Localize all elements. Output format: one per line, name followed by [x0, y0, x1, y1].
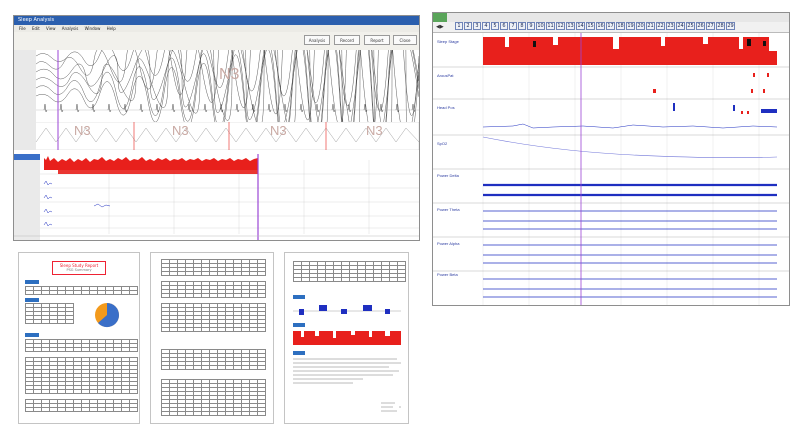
- stage-summary-table: [25, 303, 74, 324]
- nav-page-7[interactable]: 7: [509, 22, 517, 30]
- footer-table: [25, 399, 138, 412]
- nav-page-2[interactable]: 2: [464, 22, 472, 30]
- nav-arrows-icon[interactable]: ◀▶: [436, 24, 444, 30]
- menu-help[interactable]: Help: [107, 26, 116, 31]
- p3-hypnogram: [293, 331, 401, 345]
- report-title-box: Sleep Study Report PSG Summary: [52, 261, 106, 275]
- p3-section-header-1: [293, 295, 305, 299]
- eeg-stage-watermark: N3: [219, 66, 240, 83]
- nav-page-24[interactable]: 24: [676, 22, 685, 30]
- section-header-2: [25, 298, 39, 302]
- detail-table: [25, 357, 138, 394]
- eeg-window-title: Sleep Analysis: [18, 17, 55, 23]
- toolbar-report-button[interactable]: Report: [364, 35, 390, 45]
- nav-page-10[interactable]: 10: [536, 22, 545, 30]
- toolbar-record-button[interactable]: Record: [334, 35, 360, 45]
- stage-label-2: N3: [172, 123, 189, 138]
- nav-page-29[interactable]: 29: [726, 22, 735, 30]
- p3-signature-block: [381, 402, 401, 412]
- eeg-toolbar: Analysis Record Report Close: [14, 32, 419, 51]
- menu-file[interactable]: File: [19, 26, 26, 31]
- nav-page-4[interactable]: 4: [482, 22, 490, 30]
- nav-page-16[interactable]: 16: [596, 22, 605, 30]
- nav-page-23[interactable]: 23: [666, 22, 675, 30]
- nav-page-1[interactable]: 1: [455, 22, 463, 30]
- p2-table-4: [161, 349, 266, 370]
- nav-page-14[interactable]: 14: [576, 22, 585, 30]
- menu-view[interactable]: View: [46, 26, 56, 31]
- nav-page-19[interactable]: 19: [626, 22, 635, 30]
- stage-label-1: N3: [74, 123, 91, 138]
- eeg-window-titlebar: Sleep Analysis: [14, 16, 419, 25]
- trend-plots[interactable]: [433, 33, 789, 305]
- p2-table-3: [161, 303, 266, 332]
- report-page-1: Sleep Study Report PSG Summary: [18, 252, 140, 424]
- toolbar-analysis-button[interactable]: Analysis: [304, 35, 330, 45]
- nav-page-18[interactable]: 18: [616, 22, 625, 30]
- section-header-3: [25, 333, 39, 337]
- nav-page-9[interactable]: 9: [527, 22, 535, 30]
- nav-page-8[interactable]: 8: [518, 22, 526, 30]
- nav-page-27[interactable]: 27: [706, 22, 715, 30]
- stage-label-4: N3: [366, 123, 383, 138]
- trend-window-titlebar: [433, 13, 447, 22]
- p2-table-1: [161, 259, 266, 276]
- nav-page-22[interactable]: 22: [656, 22, 665, 30]
- section-header-1: [25, 280, 39, 284]
- p2-table-2: [161, 281, 266, 298]
- p2-table-5: [161, 379, 266, 416]
- nav-page-17[interactable]: 17: [606, 22, 615, 30]
- nav-page-12[interactable]: 12: [556, 22, 565, 30]
- patient-info-table: [25, 286, 138, 295]
- toolbar-close-button[interactable]: Close: [393, 35, 417, 45]
- nav-page-13[interactable]: 13: [566, 22, 575, 30]
- stage-label-3: N3: [270, 123, 287, 138]
- nav-page-28[interactable]: 28: [716, 22, 725, 30]
- p3-table-1: [293, 261, 406, 282]
- nav-page-11[interactable]: 11: [546, 22, 555, 30]
- menu-edit[interactable]: Edit: [32, 26, 40, 31]
- menu-analysis[interactable]: Analysis: [62, 26, 78, 31]
- eeg-analysis-window: Sleep Analysis File Edit View Analysis W…: [13, 15, 420, 241]
- nav-page-5[interactable]: 5: [491, 22, 499, 30]
- report-page-2: [150, 252, 274, 424]
- overview-trend-panel[interactable]: [14, 154, 419, 240]
- respiratory-table: [25, 339, 138, 352]
- nav-page-20[interactable]: 20: [636, 22, 645, 30]
- eeg-waveform-panel[interactable]: [14, 50, 419, 122]
- trend-window-titlebar-right: [447, 13, 789, 22]
- trend-window: ◀▶ 1 2 3 4 5 6 7 8 9 10 11 12 13 14 15 1…: [432, 12, 790, 306]
- nav-page-26[interactable]: 26: [696, 22, 705, 30]
- p3-section-header-2: [293, 323, 305, 327]
- p3-section-header-3: [293, 351, 305, 355]
- report-subtitle: PSG Summary: [66, 268, 92, 272]
- p3-position-graph: [293, 305, 401, 315]
- p3-notes-lines: [293, 358, 401, 384]
- nav-page-25[interactable]: 25: [686, 22, 695, 30]
- nav-page-15[interactable]: 15: [586, 22, 595, 30]
- nav-page-21[interactable]: 21: [646, 22, 655, 30]
- menu-window[interactable]: Window: [85, 26, 101, 31]
- nav-page-3[interactable]: 3: [473, 22, 481, 30]
- nav-page-6[interactable]: 6: [500, 22, 508, 30]
- report-page-3: [284, 252, 409, 424]
- stage-pie-chart: [95, 303, 120, 328]
